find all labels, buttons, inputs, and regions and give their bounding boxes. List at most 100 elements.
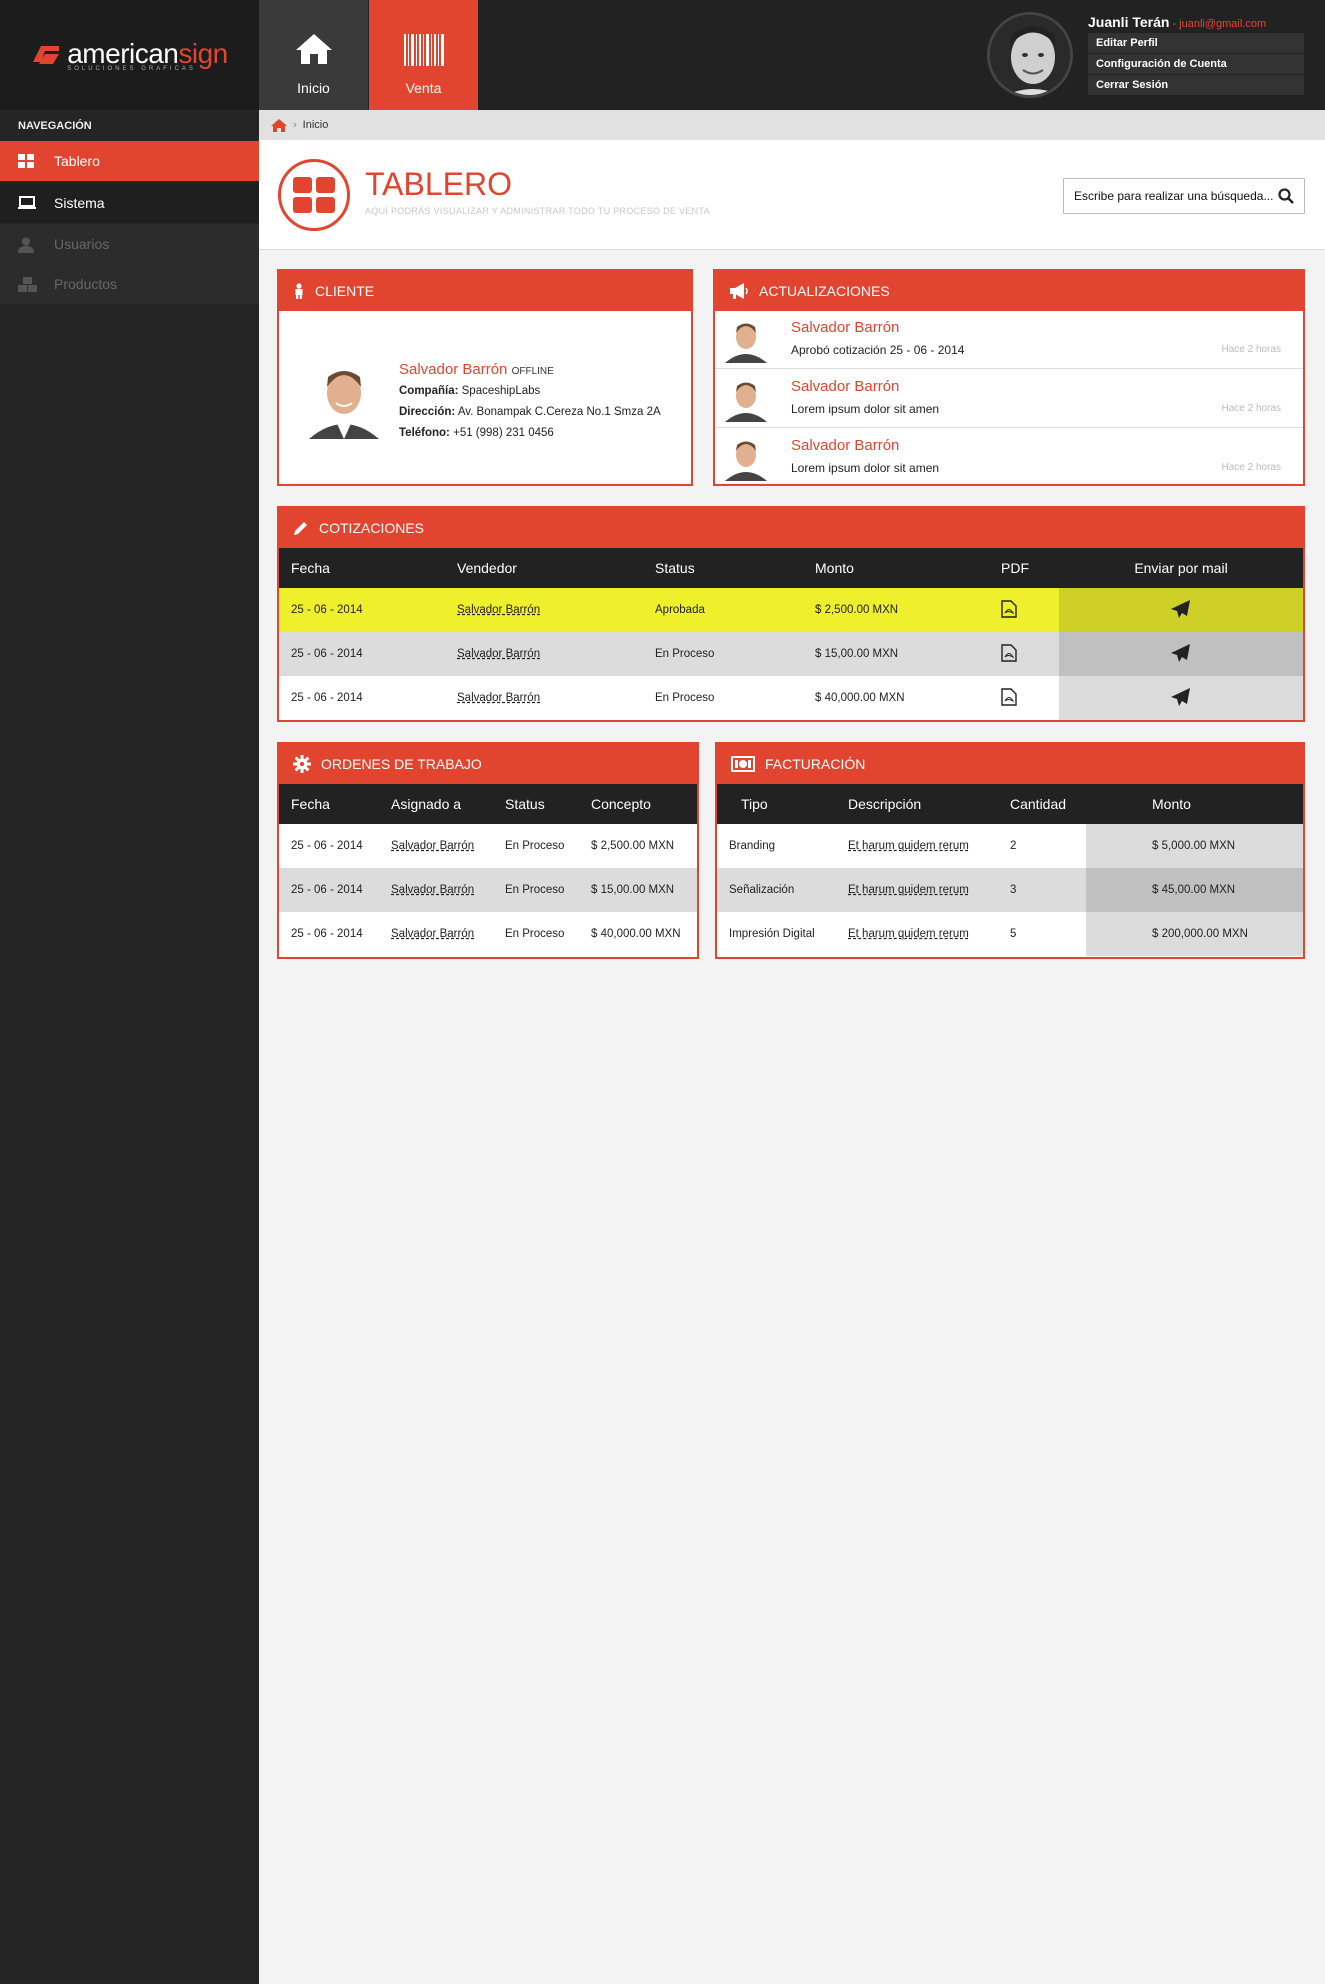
nav-title: NAVEGACIÓN — [0, 112, 259, 140]
user-avatar[interactable] — [987, 12, 1073, 98]
cell-fecha: 25 - 06 - 2014 — [291, 840, 363, 852]
panel-title: ORDENES DE TRABAJO — [321, 756, 482, 772]
sidebar-item-usuarios[interactable]: Usuarios — [0, 224, 259, 264]
user-name: Juanli Terán - juanli@gmail.com — [1088, 14, 1267, 30]
panel-header: CLIENTE — [279, 271, 691, 311]
sidebar-item-label: Sistema — [54, 195, 105, 211]
boxes-icon — [18, 277, 37, 292]
pdf-icon[interactable] — [1001, 599, 1017, 621]
cell-fecha: 25 - 06 - 2014 — [291, 692, 363, 704]
cell-asignado: Salvador Barrón — [379, 912, 493, 956]
client-name[interactable]: Salvador Barrón — [399, 361, 507, 378]
table-row[interactable]: 25 - 06 - 2014 Salvador Barrón En Proces… — [279, 912, 697, 956]
col-header-monto[interactable]: Monto — [803, 548, 989, 588]
col-header-asignado[interactable]: Asignado a — [379, 784, 493, 824]
cell-descripcion: Et harum quidem rerum — [836, 824, 998, 868]
asignado-link[interactable]: Salvador Barrón — [391, 840, 474, 852]
update-item[interactable]: Salvador Barrón Lorem ipsum dolor sit am… — [715, 429, 1303, 487]
search-icon[interactable] — [1278, 188, 1294, 204]
panel-header: ACTUALIZACIONES — [715, 271, 1303, 311]
cell-send — [1059, 588, 1303, 632]
vendedor-link[interactable]: Salvador Barrón — [457, 604, 540, 616]
sidebar-item-sistema[interactable]: Sistema — [0, 183, 259, 223]
cell-asignado: Salvador Barrón — [379, 824, 493, 868]
descripcion-link[interactable]: Et harum quidem rerum — [848, 840, 969, 852]
cell-fecha: 25 - 06 - 2014 — [291, 928, 363, 940]
update-item[interactable]: Salvador Barrón Aprobó cotización 25 - 0… — [715, 311, 1303, 369]
panel-header: FACTURACIÓN — [717, 744, 1303, 784]
cell-vendedor: Salvador Barrón — [445, 632, 643, 676]
brand-logo[interactable]: americansign SOLUCIONES GRAFICAS — [31, 38, 228, 72]
table-row[interactable]: 25 - 06 - 2014 Salvador Barrón En Proces… — [279, 676, 1303, 720]
user-icon — [18, 237, 36, 253]
tab-label: Inicio — [297, 80, 330, 96]
col-header-concepto[interactable]: Concepto — [579, 784, 697, 824]
vendedor-link[interactable]: Salvador Barrón — [457, 648, 540, 660]
page-header: TABLERO AQUÍ PODRÁS VISUALIZAR Y ADMINIS… — [259, 140, 1325, 250]
update-name: Salvador Barrón — [791, 319, 900, 336]
descripcion-link[interactable]: Et harum quidem rerum — [848, 928, 969, 940]
sidebar-item-label: Productos — [54, 276, 118, 292]
cell-status: En Proceso — [505, 884, 565, 896]
vendedor-link[interactable]: Salvador Barrón — [457, 692, 540, 704]
search-box — [1063, 178, 1305, 214]
table-row[interactable]: Impresión Digital Et harum quidem rerum … — [717, 912, 1303, 956]
page-subtitle: AQUÍ PODRÁS VISUALIZAR Y ADMINISTRAR TOD… — [365, 206, 710, 216]
send-icon[interactable] — [1171, 599, 1191, 621]
search-input[interactable] — [1074, 189, 1274, 203]
menu-editar-perfil[interactable]: Editar Perfil — [1088, 33, 1304, 53]
table-row[interactable]: Señalización Et harum quidem rerum 3 $ 4… — [717, 868, 1303, 912]
tab-venta[interactable]: Venta — [369, 0, 478, 110]
col-header-status[interactable]: Status — [493, 784, 579, 824]
pencil-icon — [293, 520, 309, 536]
facturacion-panel: FACTURACIÓN Tipo Descripción Cantidad Mo… — [715, 742, 1305, 959]
menu-configuracion-cuenta[interactable]: Configuración de Cuenta — [1088, 54, 1304, 74]
table-row[interactable]: 25 - 06 - 2014 Salvador Barrón En Proces… — [279, 868, 697, 912]
cell-tipo: Señalización — [729, 884, 795, 896]
update-item[interactable]: Salvador Barrón Lorem ipsum dolor sit am… — [715, 370, 1303, 428]
table-row[interactable]: 25 - 06 - 2014 Salvador Barrón Aprobada … — [279, 588, 1303, 632]
table-row[interactable]: 25 - 06 - 2014 Salvador Barrón En Proces… — [279, 632, 1303, 676]
col-header-descripcion[interactable]: Descripción — [836, 784, 998, 824]
col-header-monto[interactable]: Monto — [1086, 784, 1303, 824]
breadcrumb-current[interactable]: Inicio — [303, 119, 329, 131]
client-phone: Teléfono: +51 (998) 231 0456 — [399, 427, 554, 439]
breadcrumb: › Inicio — [259, 110, 1325, 140]
client-avatar — [305, 359, 383, 439]
cell-monto: $ 200,000.00 MXN — [1086, 912, 1303, 956]
col-header-tipo[interactable]: Tipo — [717, 784, 836, 824]
update-name: Salvador Barrón — [791, 378, 900, 395]
table-row[interactable]: 25 - 06 - 2014 Salvador Barrón En Proces… — [279, 824, 697, 868]
sidebar-item-tablero[interactable]: Tablero — [0, 141, 259, 181]
cell-status: En Proceso — [505, 928, 565, 940]
col-header-fecha[interactable]: Fecha — [279, 784, 379, 824]
table-row[interactable]: Branding Et harum quidem rerum 2 $ 5,000… — [717, 824, 1303, 868]
table-header-row: Fecha Vendedor Status Monto PDF Enviar p… — [279, 548, 1303, 588]
col-header-vendedor[interactable]: Vendedor — [445, 548, 643, 588]
send-icon[interactable] — [1171, 687, 1191, 709]
client-status: OFFLINE — [511, 366, 554, 377]
tab-inicio[interactable]: Inicio — [259, 0, 368, 110]
send-icon[interactable] — [1171, 643, 1191, 665]
cell-fecha: 25 - 06 - 2014 — [291, 648, 363, 660]
cotizaciones-panel: COTIZACIONES Fecha Vendedor Status Monto… — [277, 506, 1305, 722]
descripcion-link[interactable]: Et harum quidem rerum — [848, 884, 969, 896]
panel-title: FACTURACIÓN — [765, 756, 866, 772]
menu-cerrar-sesion[interactable]: Cerrar Sesión — [1088, 75, 1304, 95]
asignado-link[interactable]: Salvador Barrón — [391, 928, 474, 940]
cell-send — [1059, 632, 1303, 676]
cell-concepto: $ 2,500.00 MXN — [591, 840, 675, 852]
col-header-cantidad[interactable]: Cantidad — [998, 784, 1086, 824]
panel-title: COTIZACIONES — [319, 520, 425, 536]
asignado-link[interactable]: Salvador Barrón — [391, 884, 474, 896]
pdf-icon[interactable] — [1001, 687, 1017, 709]
col-header-status[interactable]: Status — [643, 548, 803, 588]
home-icon[interactable] — [271, 118, 287, 132]
col-header-fecha[interactable]: Fecha — [279, 548, 445, 588]
chevron-right-icon: › — [293, 119, 297, 131]
sidebar-item-productos[interactable]: Productos — [0, 264, 259, 304]
pdf-icon[interactable] — [1001, 643, 1017, 665]
cell-descripcion: Et harum quidem rerum — [836, 868, 998, 912]
cell-tipo: Impresión Digital — [729, 928, 815, 940]
cell-cantidad: 3 — [1010, 884, 1017, 896]
